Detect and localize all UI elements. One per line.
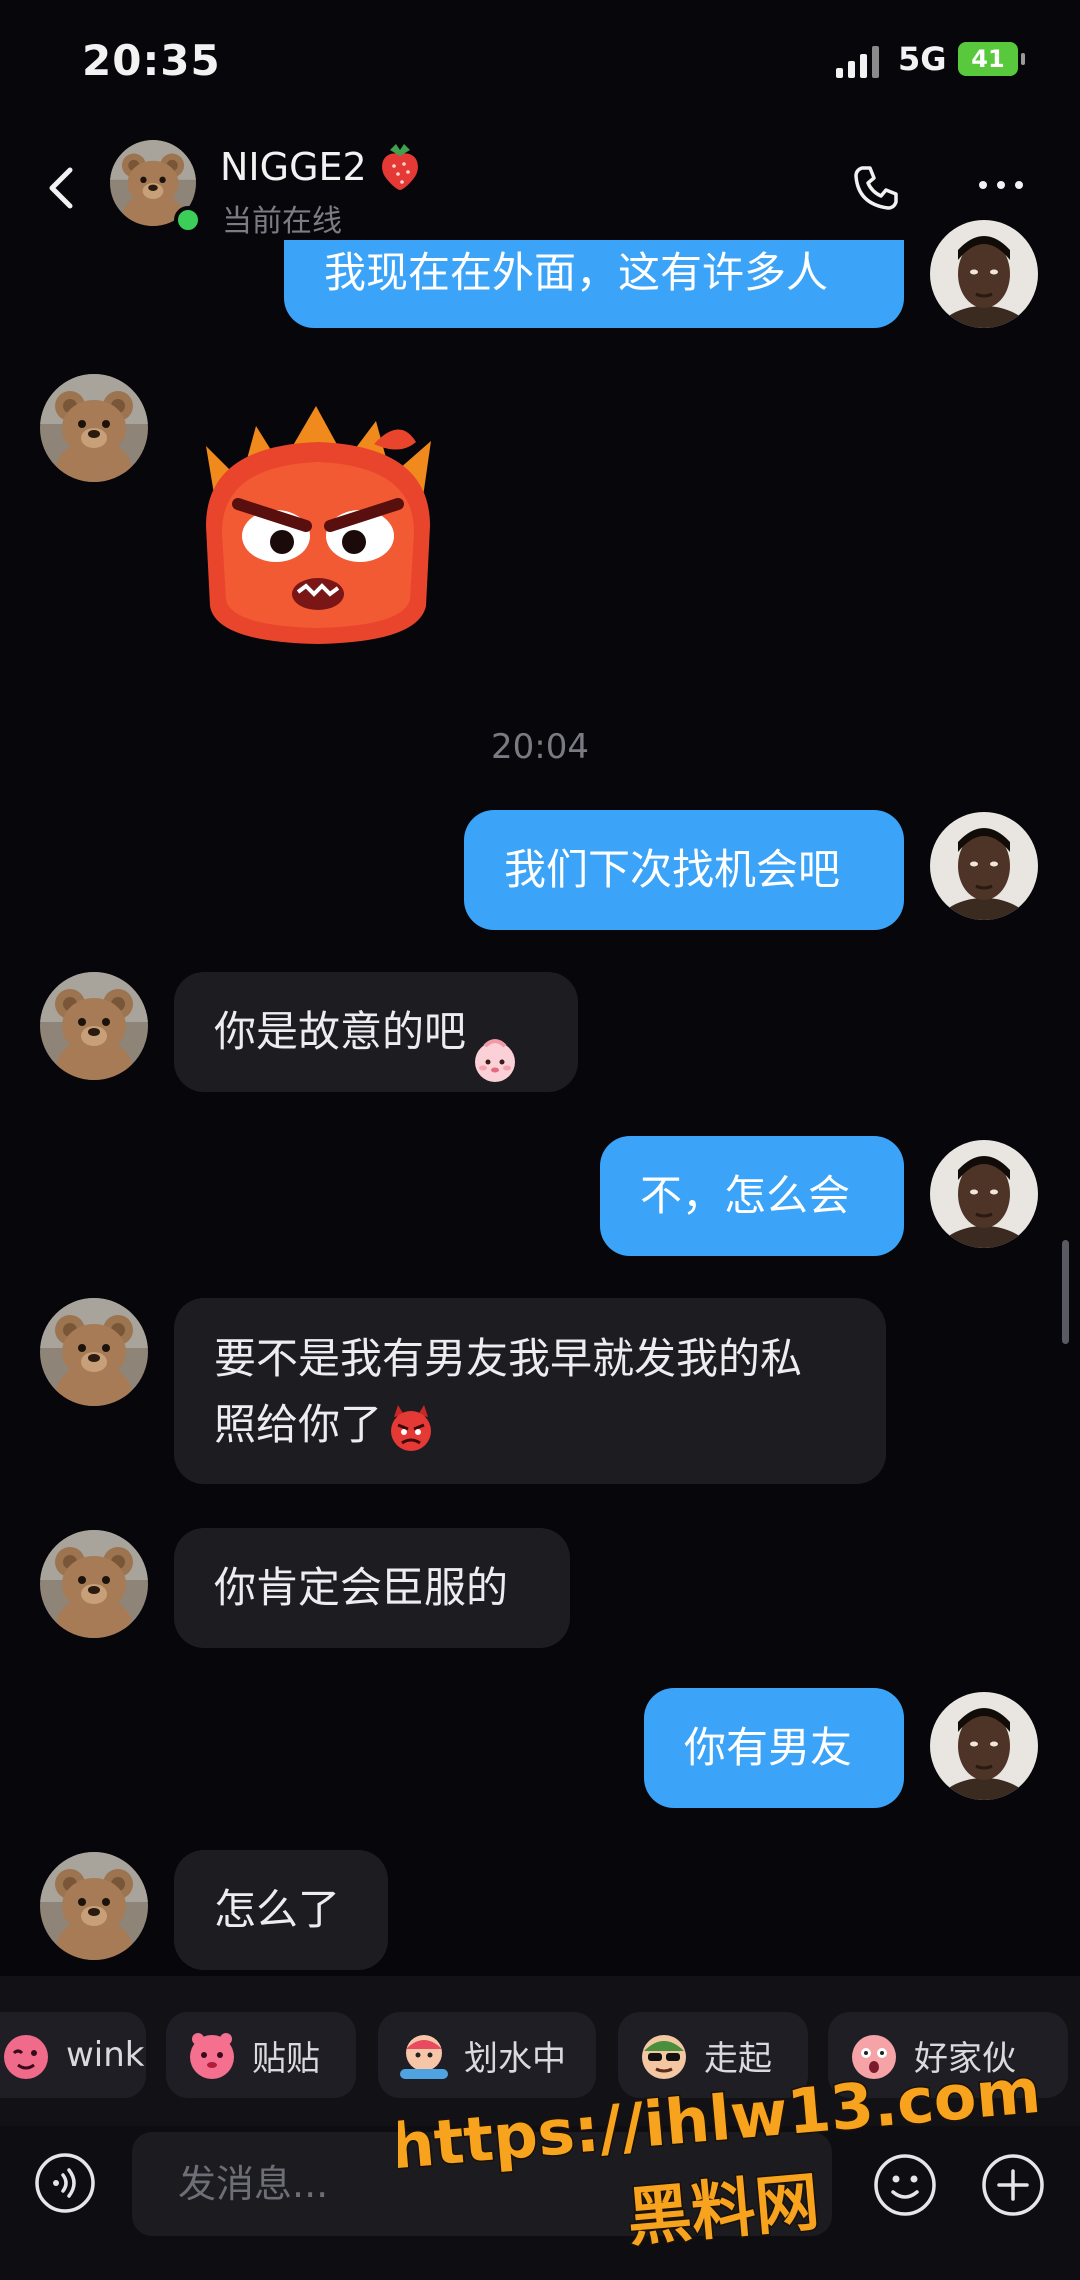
message-bubble-incoming[interactable]: 你是故意的吧 [174,972,578,1092]
sticker-chip-label: wink [66,2035,145,2075]
message-text: 你是故意的吧 [214,1007,467,1056]
status-time: 20:35 [82,36,221,85]
angry-red-blob-sticker[interactable] [186,386,450,656]
contact-avatar[interactable] [40,374,148,482]
message-bubble-outgoing[interactable]: 不，怎么会 [600,1136,904,1256]
sticker-chip-tietie[interactable]: 贴贴 [166,2012,356,2098]
scrollbar[interactable] [1062,1240,1069,1344]
more-options-icon[interactable] [975,175,1027,195]
contact-avatar[interactable] [40,1298,148,1406]
contact-avatar[interactable] [40,1530,148,1638]
message-text-line: 要不是我有男友我早就发我的私 [214,1334,803,1383]
my-avatar[interactable] [930,1692,1038,1800]
phone-call-icon[interactable] [850,162,902,214]
signal-icon [836,46,882,78]
online-indicator [174,206,202,234]
voice-input-icon[interactable] [34,2152,96,2214]
message-bubble-outgoing[interactable]: 我现在在外面，这有许多人 [284,240,904,328]
message-bubble-outgoing[interactable]: 我们下次找机会吧 [464,810,904,930]
strawberry-icon [376,140,424,192]
watermark-site: 黑料网 [624,2166,822,2256]
network-type: 5G [898,40,947,78]
angry-devil-emoji [386,1403,436,1453]
message-bubble-incoming[interactable]: 怎么了 [174,1850,388,1970]
contact-avatar[interactable] [40,972,148,1080]
message-bubble-incoming[interactable]: 你肯定会臣服的 [174,1528,570,1648]
message-bubble-incoming[interactable]: 要不是我有男友我早就发我的私 照给你了 [174,1298,886,1484]
battery-icon: 41 [958,42,1025,76]
watermark: https://ihlw13.com 黑料网 [386,2040,1045,2270]
contact-name[interactable]: NIGGE2 [220,145,367,189]
back-icon[interactable] [38,162,90,214]
wink-sticker-icon [0,2027,54,2083]
sticker-chip-label: 贴贴 [252,2038,320,2079]
sticker-chip-wink[interactable]: wink [0,2012,146,2098]
my-avatar[interactable] [930,220,1038,328]
shy-face-emoji [470,1010,520,1082]
message-text-line: 照给你了 [214,1400,383,1449]
watermark-url: https://ihlw13.com [398,2054,1038,2184]
my-avatar[interactable] [930,1140,1038,1248]
my-avatar[interactable] [930,812,1038,920]
message-bubble-outgoing[interactable]: 你有男友 [644,1688,904,1808]
hug-sticker-icon [184,2027,240,2083]
contact-avatar[interactable] [40,1852,148,1960]
message-timestamp: 20:04 [491,727,589,767]
online-status: 当前在线 [222,204,342,239]
